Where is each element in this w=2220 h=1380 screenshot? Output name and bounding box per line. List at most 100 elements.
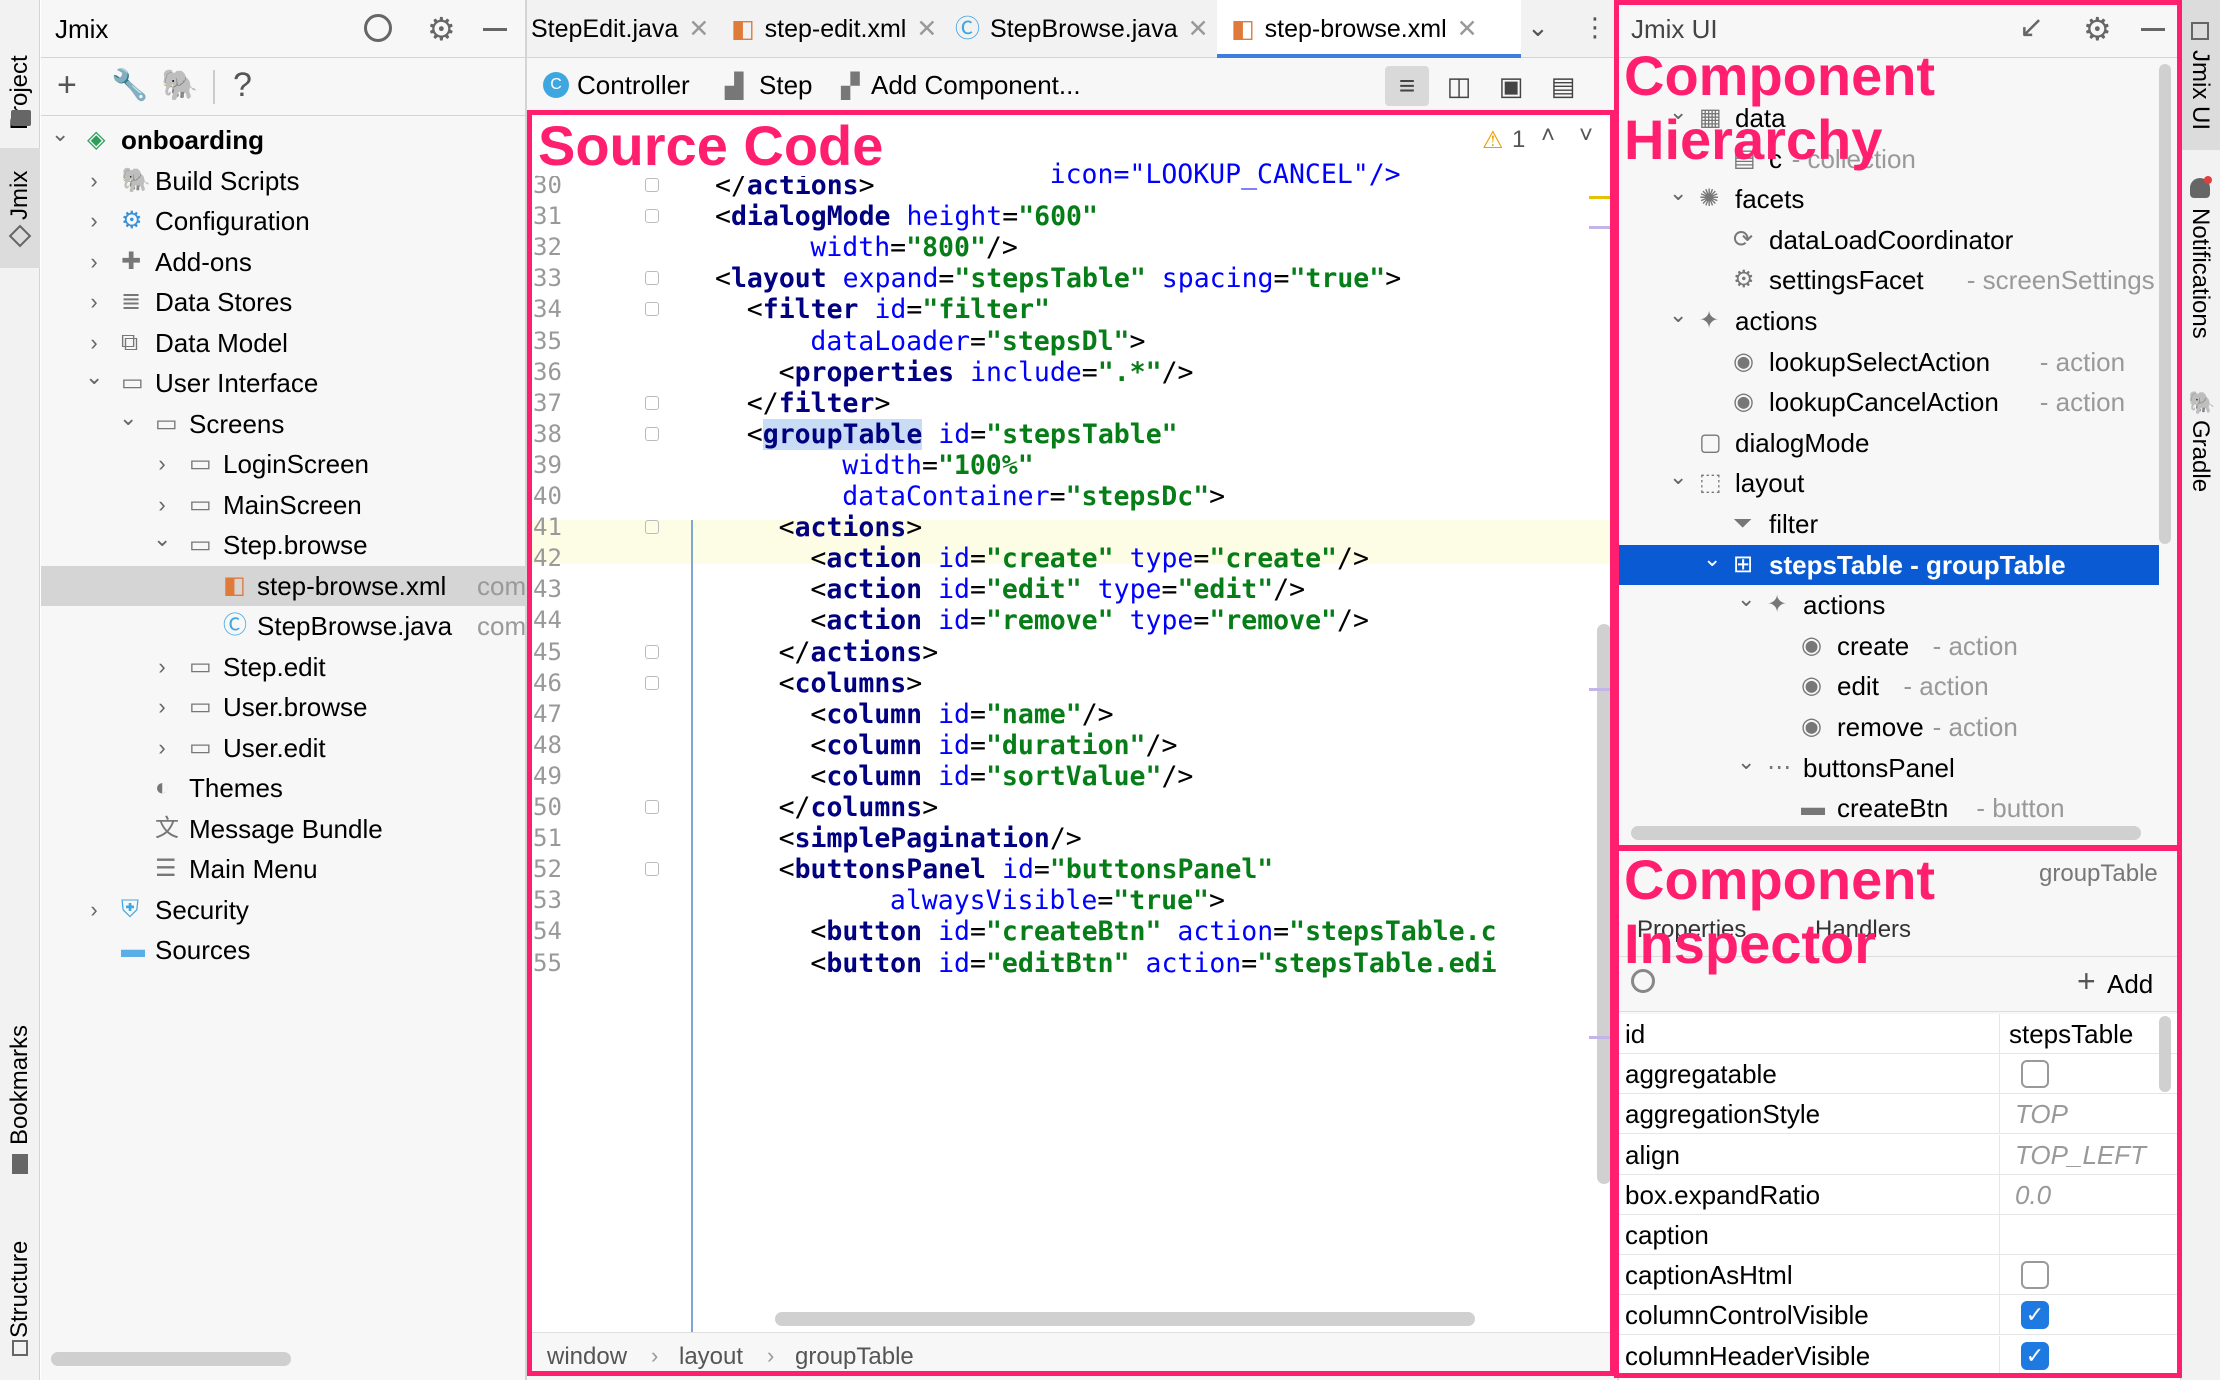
chevron-right-icon[interactable]: › — [153, 444, 171, 484]
hierarchy-item-createbtn[interactable]: ▬ createBtn - button — [1619, 788, 2159, 818]
tab-step-browse-xml[interactable]: ◧ step-browse.xml ✕ — [1217, 0, 1521, 58]
close-icon[interactable]: ✕ — [916, 15, 937, 43]
hierarchy-item-dataloadcoordinator[interactable]: ⟳ dataLoadCoordinator — [1619, 220, 2159, 260]
property-row-columncontrolvisible[interactable]: columnControlVisible ✓ — [1619, 1295, 2179, 1336]
editor-vscroll[interactable] — [1597, 624, 1611, 1184]
chevron-down-icon[interactable]: ⌄ — [1737, 742, 1755, 782]
add-property-icon[interactable]: + — [2077, 963, 2096, 1000]
tree-item-step-browse-xml[interactable]: ◧ step-browse.xml com — [41, 565, 526, 606]
bookmarks-tool-tab[interactable]: Bookmarks — [6, 1025, 34, 1145]
help-icon[interactable]: ? — [233, 66, 252, 105]
tree-item-security[interactable]: › ⛨ Security — [41, 890, 525, 930]
chevron-down-icon[interactable]: ⌄ — [119, 398, 137, 438]
chevron-right-icon[interactable]: › — [85, 201, 103, 241]
hierarchy-item-dialogmode[interactable]: ▢ dialogMode — [1619, 423, 2159, 463]
chevron-down-icon[interactable]: ⌄ — [1669, 457, 1687, 497]
tree-item-user-interface[interactable]: ⌄ ▭ User Interface — [41, 363, 525, 403]
fold-marker[interactable] — [645, 209, 659, 224]
property-row-box-expandratio[interactable]: box.expandRatio 0.0 — [1619, 1174, 2179, 1215]
inspector-vscroll[interactable] — [2159, 1016, 2171, 1092]
tree-item-message-bundle[interactable]: 文 Message Bundle — [41, 809, 525, 849]
chevron-right-icon[interactable]: › — [85, 890, 103, 930]
chevron-right-icon[interactable]: › — [85, 282, 103, 322]
fold-marker[interactable] — [645, 644, 659, 659]
gear-icon[interactable]: ⚙ — [2083, 10, 2112, 48]
gradle-tool-tab[interactable]: Gradle — [2186, 420, 2214, 492]
fold-marker[interactable] — [645, 862, 659, 877]
tree-item-data-model[interactable]: › ⧉ Data Model — [41, 323, 525, 363]
property-value[interactable]: TOP — [2015, 1094, 2068, 1134]
close-icon[interactable]: ✕ — [1188, 15, 1209, 43]
fold-marker[interactable] — [645, 302, 659, 317]
property-row-captionashtml[interactable]: captionAsHtml — [1619, 1255, 2179, 1296]
gear-icon[interactable]: ⚙ — [427, 10, 456, 48]
tab-step-edit-xml[interactable]: ◧ step-edit.xml ✕ — [717, 0, 939, 58]
next-highlight-icon[interactable]: ˅ — [1579, 122, 1593, 150]
notifications-tool-tab[interactable]: Notifications — [2186, 208, 2214, 339]
hierarchy-item-settingsfacet[interactable]: ⚙ settingsFacet - screenSettings — [1619, 260, 2159, 300]
hierarchy-item-buttonspanel[interactable]: ⌄ ⋯ buttonsPanel — [1619, 748, 2159, 788]
minimize-icon[interactable] — [2141, 28, 2165, 31]
split-view-icon[interactable]: ◫ — [1439, 66, 1479, 106]
property-row-caption[interactable]: caption — [1619, 1215, 2179, 1255]
property-row-aggregatable[interactable]: aggregatable — [1619, 1054, 2179, 1095]
gradle-icon[interactable]: 🐘 — [161, 68, 198, 103]
tab-stepedit-java[interactable]: StepEdit.java ✕ — [527, 0, 715, 58]
tree-item-stepbrowse-java[interactable]: Ⓒ StepBrowse.java com — [41, 606, 526, 646]
hierarchy-item-filter[interactable]: ⏷ filter — [1619, 504, 2159, 544]
chevron-down-icon[interactable]: ⌄ — [1669, 295, 1687, 335]
warning-icon[interactable]: ⚠ — [1482, 126, 1504, 155]
chevron-right-icon[interactable]: › — [85, 161, 103, 201]
tree-item-onboarding[interactable]: ⌄ ◈ onboarding — [41, 120, 525, 160]
collapse-arrow-icon[interactable]: ↙ — [2019, 10, 2044, 45]
tree-item-themes[interactable]: ◐ Themes — [41, 768, 525, 808]
fold-marker[interactable] — [645, 271, 659, 286]
close-icon[interactable]: ✕ — [1457, 15, 1478, 43]
hierarchy-item-lookupselectaction[interactable]: ◉ lookupSelectAction - action — [1619, 342, 2159, 382]
jmix-tool-tab[interactable]: Jmix — [6, 160, 34, 220]
property-checkbox[interactable]: ✓ — [2021, 1341, 2049, 1370]
add-component-button[interactable]: Add Component... — [871, 70, 1081, 101]
fold-marker[interactable] — [645, 178, 659, 192]
designer-view-icon[interactable]: ▤ — [1543, 66, 1583, 106]
editor-hscroll[interactable] — [775, 1312, 1475, 1326]
fold-marker[interactable] — [645, 800, 659, 814]
chevron-right-icon[interactable]: › — [153, 728, 171, 768]
tree-item-loginscreen[interactable]: › ▭ LoginScreen — [41, 444, 525, 484]
breadcrumb-window[interactable]: window — [547, 1343, 627, 1371]
hierarchy-hscroll[interactable] — [1631, 826, 2141, 840]
locate-icon[interactable] — [364, 14, 392, 42]
jmix-ui-tool-tab[interactable]: Jmix UI — [2186, 50, 2214, 130]
fold-marker[interactable] — [645, 675, 659, 690]
chevron-down-icon[interactable]: ⌄ — [1703, 539, 1721, 579]
text-view-icon[interactable]: ≡ — [1385, 66, 1429, 106]
tree-item-sources[interactable]: ▬ Sources — [41, 930, 525, 970]
property-checkbox[interactable]: ✓ — [2021, 1301, 2049, 1330]
tree-item-step-browse[interactable]: ⌄ ▭ Step.browse — [41, 525, 525, 565]
breadcrumb-grouptable[interactable]: groupTable — [795, 1343, 914, 1371]
hierarchy-item-create[interactable]: ◉ create - action — [1619, 626, 2159, 666]
minimize-icon[interactable] — [483, 28, 507, 31]
breadcrumb-layout[interactable]: layout — [679, 1343, 743, 1371]
add-property-button[interactable]: Add — [2107, 969, 2153, 1000]
tree-item-data-stores[interactable]: › ≣ Data Stores — [41, 282, 525, 322]
chevron-right-icon[interactable]: › — [85, 242, 103, 282]
tree-item-step-edit[interactable]: › ▭ Step.edit — [41, 647, 525, 687]
editor-tabs-more[interactable]: ⋮ — [1582, 12, 1608, 43]
hierarchy-vscroll[interactable] — [2159, 64, 2171, 544]
step-button[interactable]: Step — [759, 70, 813, 101]
add-icon[interactable]: + — [57, 66, 77, 105]
prev-highlight-icon[interactable]: ˄ — [1541, 122, 1555, 150]
fold-marker[interactable] — [645, 395, 659, 410]
hierarchy-item-stepstable-grouptable[interactable]: ⌄ ⊞ stepsTable - groupTable — [1619, 544, 2159, 585]
property-value[interactable]: TOP_LEFT — [2015, 1135, 2146, 1175]
tab-stepbrowse-java[interactable]: Ⓒ StepBrowse.java ✕ — [941, 0, 1215, 58]
chevron-down-icon[interactable]: ⌄ — [1669, 173, 1687, 213]
close-icon[interactable]: ✕ — [688, 15, 709, 43]
chevron-down-icon[interactable]: ⌄ — [51, 114, 69, 154]
property-row-align[interactable]: align TOP_LEFT — [1619, 1134, 2179, 1175]
chevron-right-icon[interactable]: › — [153, 647, 171, 687]
property-value[interactable]: stepsTable — [2009, 1014, 2133, 1054]
hierarchy-item-remove[interactable]: ◉ remove - action — [1619, 707, 2159, 747]
project-tree-hscroll[interactable] — [51, 1352, 291, 1366]
